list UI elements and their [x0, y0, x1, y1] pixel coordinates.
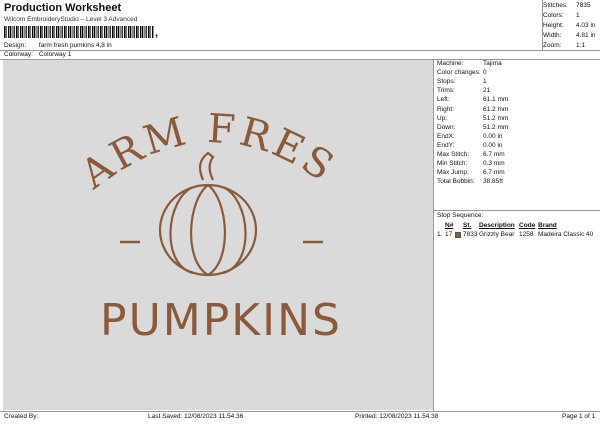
barcode-suffix: ,: [155, 27, 159, 39]
pumpkin-icon: [158, 151, 258, 277]
table-row: 1. 17 7833 Grizzly Bear 1258 Madeira Cla…: [437, 231, 594, 238]
page-title: Production Worksheet: [4, 2, 122, 14]
prop-row: Stops: 1: [437, 78, 487, 86]
design-text-bottom: PUMPKINS: [100, 295, 342, 346]
colorway-value: Colorway 1: [38, 51, 72, 58]
design-canvas: FARM FRESH PUMPKINS: [0, 24, 433, 410]
divider: [434, 210, 600, 211]
footer: Created By: Last Saved: 12/08/2023 11.54…: [0, 412, 600, 424]
colorway-row: Colorway: Colorway 1: [4, 51, 71, 58]
col-description: Description: [479, 222, 515, 229]
prop-row: Total Bobbin: 38.85ft: [437, 178, 503, 186]
divider: [0, 50, 600, 51]
col-code: Code: [519, 222, 536, 229]
stop-sequence-header: N# St. Description Code Brand: [437, 222, 600, 229]
embroidery-design: FARM FRESH PUMPKINS: [0, 24, 344, 346]
col-brand: Brand: [538, 222, 557, 229]
prop-row: Up: 51.2 mm: [437, 114, 509, 122]
properties-panel: Machine: Tajima Color changes: 0 Stops: 1 T…: [435, 59, 600, 186]
page-number: Page 1 of 1: [562, 413, 596, 420]
top-stats: Stitches: 7835 Colors: 1 Height: 4.03 in Wi…: [543, 2, 600, 52]
col-n: N#: [445, 222, 454, 229]
prop-row: Color changes: 0: [437, 69, 487, 77]
stat-row: Width: 4.81 in: [543, 32, 596, 39]
prop-row: Machine: Tajima: [437, 60, 502, 68]
design-value: farm fresh pumkins 4,8 in: [38, 42, 112, 49]
created-by: Created By:: [4, 413, 39, 420]
stat-row: Colors: 1: [543, 12, 580, 19]
design-label: Design:: [4, 42, 27, 49]
prop-row: Min Stitch: 0.3 mm: [437, 160, 505, 168]
barcode-image: [4, 26, 154, 38]
stat-row: Stitches: 7835: [543, 2, 591, 9]
prop-row: Left: 61.1 mm: [437, 96, 509, 104]
prop-row: Max Stitch: 6.7 mm: [437, 150, 505, 158]
prop-row: Max Jump: 6.7 mm: [437, 169, 505, 177]
prop-row: EndX: 0.00 in: [437, 132, 503, 140]
prop-row: EndY: 0.00 in: [437, 141, 503, 149]
design-text-arc: FARM FRESH: [3, 60, 344, 199]
printed-date: Printed: 12/08/2023 11.54.38: [355, 413, 439, 420]
prop-row: Right: 61.2 mm: [437, 105, 509, 113]
divider: [433, 59, 434, 412]
colorway-label: Colorway:: [4, 51, 33, 58]
prop-row: Down: 51.2 mm: [437, 123, 509, 131]
software-name: Wilcom EmbroideryStudio – Level 3 Advanc…: [4, 16, 138, 23]
worksheet-header: Production Worksheet Wilcom EmbroiderySt…: [0, 0, 543, 60]
stat-row: Height: 4.03 in: [543, 22, 596, 29]
prop-row: Trims: 21: [437, 87, 491, 95]
col-st: St.: [463, 222, 472, 229]
thread-color-swatch: [455, 231, 461, 238]
stop-sequence-title: Stop Sequence:: [437, 212, 484, 219]
design-row: Design: farm fresh pumkins 4,8 in: [4, 42, 112, 49]
last-saved: Last Saved: 12/08/2023 11.54.36: [148, 413, 244, 420]
